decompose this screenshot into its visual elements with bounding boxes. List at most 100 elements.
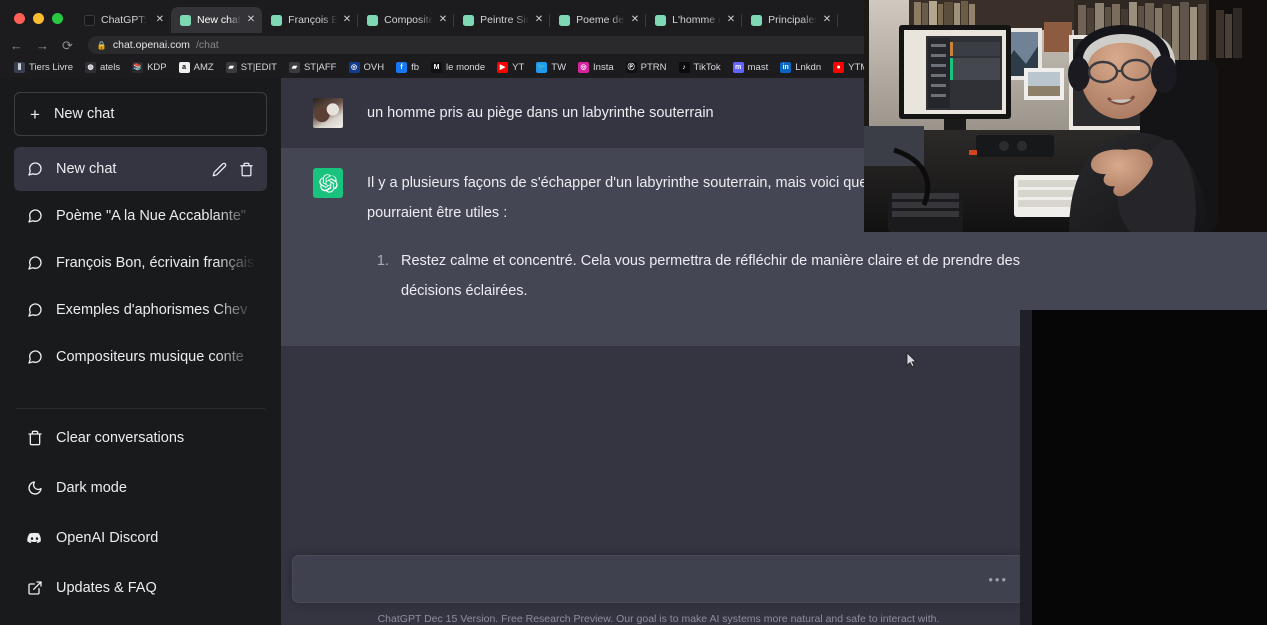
sidebar-item-label: OpenAI Discord: [56, 530, 159, 546]
address-path: /chat: [195, 39, 219, 51]
browser-tab-3[interactable]: Compositeur ✕: [358, 7, 455, 33]
bookmark-patreon-icon[interactable]: Ⓟ PTRN: [620, 62, 673, 73]
close-window-button[interactable]: [14, 13, 25, 24]
browser-tab-5[interactable]: Poeme de M ✕: [550, 7, 647, 33]
browser-tab-7[interactable]: Principales c ✕: [742, 7, 839, 33]
browser-tab-6[interactable]: L'homme ma ✕: [646, 7, 743, 33]
bookmark-atels-icon[interactable]: ◍ atels: [79, 62, 126, 73]
bookmark-staff-icon[interactable]: ▰ ST|AFF: [283, 62, 343, 73]
tab-close-icon[interactable]: ✕: [727, 15, 735, 25]
atels-icon: ◍: [85, 62, 96, 73]
browser-tab-0[interactable]: ChatGPT: Op ✕: [75, 7, 171, 33]
sidebar-conversation-4[interactable]: Compositeurs musique conte: [14, 335, 267, 379]
zoom-window-button[interactable]: [52, 13, 63, 24]
bookmark-lemonde-icon[interactable]: Mle monde: [425, 62, 491, 73]
chat-input-box[interactable]: •••: [292, 555, 1025, 603]
stedit-icon: ▰: [225, 62, 237, 73]
tab-label: Peintre Simo: [480, 14, 529, 26]
bookmark-tierslivre-icon[interactable]: ⫼ Tiers Livre: [8, 62, 79, 73]
conversation-title: Poème "A la Nue Accablante": [56, 208, 247, 224]
youtube-icon: ▶: [497, 62, 509, 73]
tab-favicon-icon: [367, 14, 379, 26]
browser-tab-1[interactable]: New chat ✕: [171, 7, 263, 33]
sidebar-conversation-1[interactable]: Poème "A la Nue Accablante": [14, 194, 267, 238]
tab-close-icon[interactable]: ✕: [535, 15, 543, 25]
tab-label: Principales c: [768, 14, 817, 26]
facebook-icon: f: [396, 62, 408, 73]
user-message-text: un homme pris au piège dans un labyrinth…: [367, 98, 714, 128]
tab-separator: [837, 14, 839, 27]
youtubemusic-icon: ●: [833, 62, 845, 73]
lemonde-icon: M: [431, 62, 443, 73]
conversation-title: New chat: [56, 161, 117, 177]
bookmark-instagram-icon[interactable]: ◎ Insta: [572, 62, 620, 73]
new-chat-button[interactable]: + New chat: [14, 92, 267, 136]
bookmark-twitter-icon[interactable]: 🐦 TW: [530, 62, 572, 73]
bookmark-stedit-icon[interactable]: ▰ ST|EDIT: [220, 62, 283, 73]
sidebar-item-external-link[interactable]: Updates & FAQ: [14, 563, 267, 613]
bookmark-ovh-icon[interactable]: ◎ OVH: [343, 62, 391, 73]
sidebar-item-label: Updates & FAQ: [56, 580, 157, 596]
tab-label: François Bon: [288, 14, 337, 26]
mastodon-icon: m: [732, 62, 744, 73]
tab-close-icon[interactable]: ✕: [823, 15, 831, 25]
chat-bubble-icon: [26, 161, 43, 178]
tab-label: New chat: [197, 14, 241, 26]
back-icon[interactable]: ←: [10, 39, 23, 52]
bookmark-label: Tiers Livre: [29, 62, 73, 73]
sidebar-item-trash[interactable]: Clear conversations: [14, 413, 267, 463]
browser-tab-4[interactable]: Peintre Simo ✕: [454, 7, 551, 33]
bookmark-label: OVH: [363, 62, 385, 73]
chat-bubble-icon: [26, 349, 43, 366]
patreon-icon: Ⓟ: [625, 62, 637, 73]
bookmark-label: YT: [512, 62, 525, 73]
bookmark-kdp-icon[interactable]: 📚 KDP: [126, 62, 173, 73]
avatar: [313, 98, 343, 128]
bookmark-tiktok-icon[interactable]: ♪ TikTok: [673, 62, 727, 73]
chatgpt-sidebar: + New chat New chat Poème "A la Nue Accab…: [0, 78, 281, 625]
tab-close-icon[interactable]: ✕: [439, 15, 447, 25]
tab-favicon-icon: [751, 14, 763, 26]
typing-indicator-icon: •••: [988, 571, 1008, 587]
moon-icon: [26, 480, 43, 497]
tab-close-icon[interactable]: ✕: [247, 15, 255, 25]
external-link-icon: [26, 580, 43, 597]
bookmark-facebook-icon[interactable]: f fb: [390, 62, 425, 73]
bookmark-amazon-icon[interactable]: a AMZ: [173, 62, 220, 73]
sidebar-item-moon[interactable]: Dark mode: [14, 463, 267, 513]
minimize-window-button[interactable]: [33, 13, 44, 24]
bookmark-label: fb: [411, 62, 420, 73]
edit-icon[interactable]: [211, 161, 228, 178]
sidebar-conversation-0[interactable]: New chat: [14, 147, 267, 191]
sidebar-item-discord[interactable]: OpenAI Discord: [14, 513, 267, 563]
bookmark-mastodon-icon[interactable]: m mast: [727, 62, 775, 73]
conversation-actions: [211, 161, 255, 178]
tab-close-icon[interactable]: ✕: [631, 15, 639, 25]
tab-label: Poeme de M: [576, 14, 625, 26]
lock-icon: 🔒: [96, 40, 107, 50]
bookmark-youtube-icon[interactable]: ▶ YT: [491, 62, 530, 73]
sidebar-conversation-3[interactable]: Exemples d'aphorismes Chev: [14, 288, 267, 332]
bookmark-label: Lnkdn: [795, 62, 822, 73]
tab-close-icon[interactable]: ✕: [156, 15, 164, 25]
tab-label: Compositeur: [384, 14, 433, 26]
chat-bubble-icon: [26, 302, 43, 319]
bookmark-label: PTRN: [640, 62, 667, 73]
forward-icon[interactable]: →: [36, 39, 49, 52]
tab-close-icon[interactable]: ✕: [343, 15, 351, 25]
reload-icon[interactable]: ⟳: [62, 39, 73, 52]
browser-tab-2[interactable]: François Bon ✕: [262, 7, 359, 33]
sidebar-bottom-menu: Clear conversations Dark mode OpenAI Disco…: [8, 413, 273, 617]
window-traffic-lights: [0, 13, 75, 33]
bookmark-label: AMZ: [193, 62, 214, 73]
sidebar-item-label: Clear conversations: [56, 430, 185, 446]
assistant-list: Restez calme et concentré. Cela vous per…: [367, 246, 1065, 306]
bookmark-label: TW: [551, 62, 567, 73]
tab-label: L'homme ma: [672, 14, 721, 26]
user-message-paragraph: un homme pris au piège dans un labyrinth…: [367, 105, 714, 121]
bookmark-linkedin-icon[interactable]: in Lnkdn: [774, 62, 827, 73]
browser-window: ChatGPT: Op✕New chat✕François Bon✕Compos…: [0, 0, 1267, 625]
sidebar-conversation-2[interactable]: François Bon, écrivain français: [14, 241, 267, 285]
delete-icon[interactable]: [238, 161, 255, 178]
bookmark-label: Insta: [593, 62, 614, 73]
